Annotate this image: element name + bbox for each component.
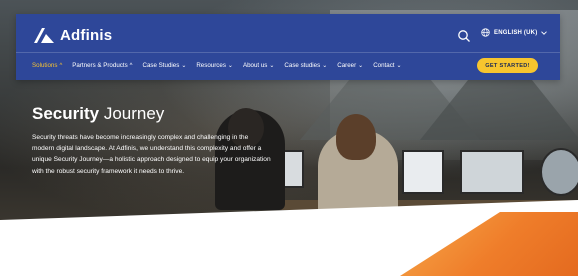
adfinis-logo-icon [34,28,54,43]
hero-person-head [336,114,376,160]
nav-item-label: About us [242,62,268,69]
chevron-down-icon [541,30,548,35]
nav-item-case-studies[interactable]: Case Studies ⌄ [143,62,187,69]
page-title-bold: Security [32,104,100,123]
nav-item-label: Resources [196,62,226,69]
language-label: ENGLISH (UK) [494,29,538,36]
nav-item-label: Case studies [284,62,321,69]
nav-item-label: Case Studies [142,62,180,69]
nav-item-label: Solutions [32,62,58,69]
nav-divider [16,52,560,53]
brand-logo[interactable]: Adfinis [33,25,112,45]
chevron-down-icon: ⌄ [396,63,402,69]
hero-monitor [540,148,578,196]
chevron-up-icon: ^ [59,62,63,69]
nav-item-about-us[interactable]: About us ⌄ [243,62,274,69]
chevron-down-icon: ⌄ [358,63,364,69]
page-title-light: Journey [103,104,165,123]
nav-item-career[interactable]: Career ⌄ [337,62,363,69]
globe-icon [481,28,490,37]
hero-monitor [402,150,444,194]
chevron-down-icon: ⌄ [322,63,328,69]
nav-item-partners-products[interactable]: Partners & Products ^ [72,62,132,69]
chevron-down-icon: ⌄ [227,63,233,69]
nav-item-case-studies-2[interactable]: Case studies ⌄ [284,62,327,69]
nav-item-label: Career [337,62,357,69]
hero-description: Security threats have become increasingl… [32,134,271,175]
nav-item-contact[interactable]: Contact ⌄ [373,62,401,69]
hero-monitor [460,150,524,194]
chevron-down-icon: ⌄ [269,63,275,69]
get-started-button[interactable]: GET STARTED! [477,58,538,73]
chevron-up-icon: ^ [129,62,133,69]
brand-name: Adfinis [60,26,113,44]
nav-item-resources[interactable]: Resources ⌄ [196,62,233,69]
site-header: Adfinis ENGLISH (UK) Solutions ^ Partners [16,14,560,80]
chevron-down-icon: ⌄ [181,63,187,69]
page-title: Security Journey [32,104,164,124]
nav-item-solutions[interactable]: Solutions ^ [32,62,62,69]
nav-item-label: Partners & Products [72,62,128,69]
page: Adfinis ENGLISH (UK) Solutions ^ Partners [0,0,578,276]
language-selector[interactable]: ENGLISH (UK) [481,28,551,37]
search-icon[interactable] [457,29,471,43]
main-nav: Solutions ^ Partners & Products ^ Case Stu… [32,62,412,69]
nav-item-label: Contact [373,62,395,69]
